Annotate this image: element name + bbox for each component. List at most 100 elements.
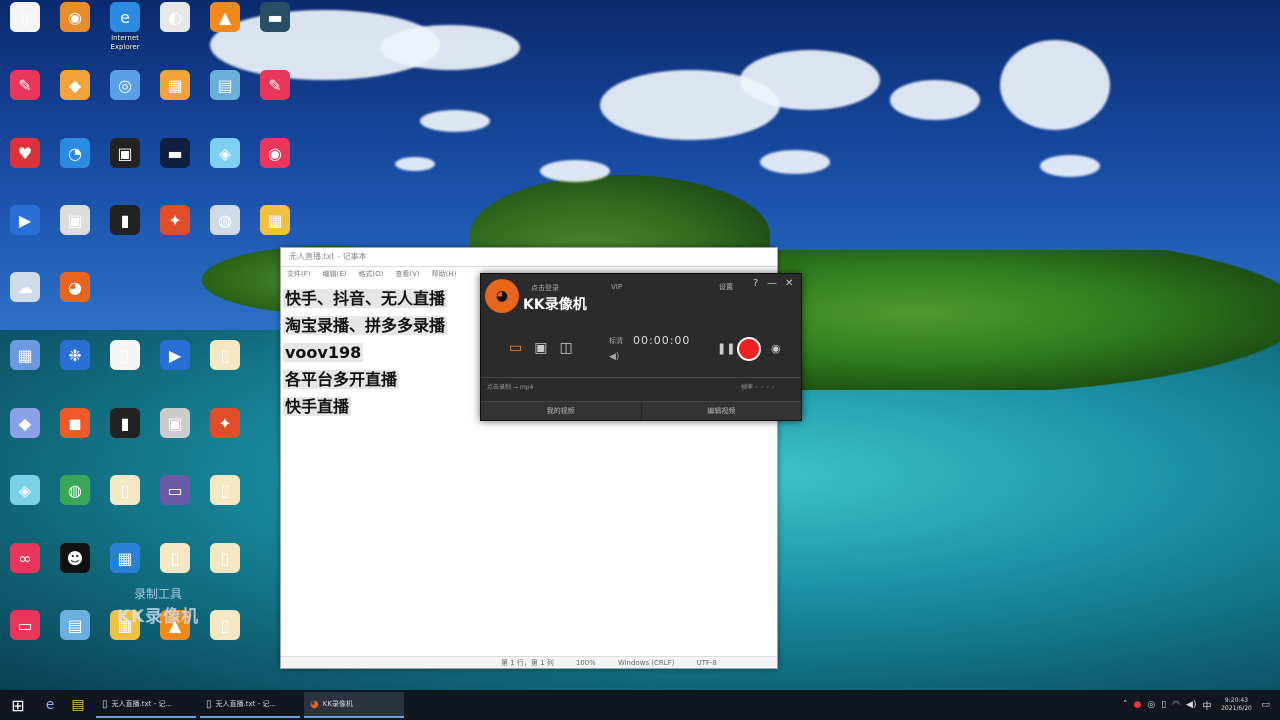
minimize-button[interactable]: — bbox=[767, 278, 777, 289]
desktop-icon[interactable]: ✦ bbox=[150, 205, 200, 269]
network-icon[interactable]: ◠ bbox=[1172, 700, 1180, 710]
desktop-icon-label bbox=[100, 102, 150, 120]
desktop-icon[interactable]: ◍ bbox=[50, 475, 100, 539]
desktop-icon[interactable]: ▶ bbox=[0, 205, 50, 269]
desktop-icon[interactable]: ▲ bbox=[200, 2, 250, 66]
tab-edit-video[interactable]: 编辑视频 bbox=[640, 402, 801, 420]
desktop-icon[interactable]: ▭ bbox=[150, 475, 200, 539]
camera-icon[interactable]: ◉ bbox=[771, 342, 781, 355]
desktop-icon[interactable]: ▭ bbox=[0, 610, 50, 674]
desktop-icon[interactable]: ▯ bbox=[200, 475, 250, 539]
settings-button[interactable]: 设置 bbox=[719, 282, 733, 292]
desktop-icon[interactable]: ❉ bbox=[50, 340, 100, 404]
screen-mode-icon[interactable]: ▣ bbox=[534, 340, 547, 356]
notification-icon[interactable]: ▭ bbox=[1261, 700, 1270, 710]
menu-help[interactable]: 帮助(H) bbox=[432, 267, 457, 281]
tray-app-icon[interactable]: ● bbox=[1134, 700, 1142, 710]
file-explorer-icon[interactable]: ▤ bbox=[64, 697, 92, 713]
close-button[interactable]: ✕ bbox=[785, 278, 793, 289]
desktop-icon[interactable]: ✎ bbox=[0, 70, 50, 134]
desktop-icon[interactable]: ☁ bbox=[0, 272, 50, 336]
window-mode-icon[interactable]: ▭ bbox=[509, 340, 522, 356]
kk-icon: ◕ bbox=[60, 272, 90, 302]
desktop-icon[interactable]: ▬ bbox=[250, 2, 300, 66]
tray-app-icon[interactable]: ◎ bbox=[1147, 700, 1155, 710]
desktop-icon[interactable]: ▯ bbox=[0, 2, 50, 66]
edge-icon: ◔ bbox=[60, 138, 90, 168]
tab-my-videos[interactable]: 我的视频 bbox=[481, 402, 641, 420]
desktop-icon-label bbox=[100, 170, 150, 188]
app-icon: ▦ bbox=[110, 543, 140, 573]
desktop-icon[interactable]: ✦ bbox=[200, 408, 250, 472]
desktop-icon[interactable]: ∞ bbox=[0, 543, 50, 607]
desktop-icon[interactable]: ◉ bbox=[250, 138, 300, 202]
quality-label[interactable]: 标清 bbox=[609, 336, 623, 346]
windows-start-icon[interactable]: ⊞ bbox=[0, 696, 36, 715]
desktop-icon[interactable]: ◍ bbox=[200, 205, 250, 269]
desktop-icon[interactable]: ◐ bbox=[150, 2, 200, 66]
volume-icon[interactable]: ◀) bbox=[1186, 700, 1196, 710]
desktop-icon[interactable]: ▯ bbox=[100, 340, 150, 404]
cloud bbox=[1000, 40, 1110, 130]
clock[interactable]: 9:20:43 2021/6/20 bbox=[1217, 697, 1255, 713]
menu-edit[interactable]: 编辑(E) bbox=[323, 267, 347, 281]
desktop-icon[interactable]: ▬ bbox=[150, 138, 200, 202]
desktop-icon[interactable]: ✎ bbox=[250, 70, 300, 134]
desktop-icon[interactable]: ☻ bbox=[50, 543, 100, 607]
kk-recorder-window[interactable]: ◕ 点击登录 VIP KK录像机 设置 ? — ✕ ▭ ▣ ◫ 标清 ◀) 00… bbox=[480, 273, 802, 421]
taskbar-app-notepad-1[interactable]: ▯ 无人直播.txt - 记... bbox=[96, 692, 196, 718]
record-button[interactable] bbox=[737, 337, 761, 361]
frame-rate[interactable]: 帧率 ◦ ◦ ◦ ◦ bbox=[741, 382, 775, 391]
desktop-icon[interactable]: ▣ bbox=[50, 205, 100, 269]
desktop-icon-label bbox=[0, 34, 50, 52]
volume-icon[interactable]: ◀) bbox=[609, 352, 619, 362]
output-path[interactable]: 点击录制 → mp4 bbox=[487, 382, 533, 391]
desktop-icon[interactable]: ▯ bbox=[200, 340, 250, 404]
game-mode-icon[interactable]: ◫ bbox=[559, 340, 572, 356]
menu-format[interactable]: 格式(O) bbox=[358, 267, 383, 281]
app-icon: ◈ bbox=[210, 138, 240, 168]
desktop-icon[interactable]: ◆ bbox=[0, 408, 50, 472]
app-icon: ✎ bbox=[260, 70, 290, 100]
desktop-icon[interactable]: ▮ bbox=[100, 408, 150, 472]
pause-icon[interactable]: ❚❚ bbox=[717, 342, 735, 355]
desktop-icon[interactable]: ▤ bbox=[50, 610, 100, 674]
desktop-icon[interactable]: ◎ bbox=[100, 70, 150, 134]
desktop-icon[interactable]: ▯ bbox=[100, 475, 150, 539]
desktop-icon[interactable]: ◈ bbox=[200, 138, 250, 202]
vip-badge[interactable]: VIP bbox=[611, 283, 622, 291]
desktop-icon[interactable]: ▦ bbox=[150, 70, 200, 134]
clock-time: 9:20:43 bbox=[1224, 697, 1249, 704]
chevron-up-icon[interactable]: ˄ bbox=[1123, 700, 1128, 710]
desktop-icon[interactable]: ◉ bbox=[50, 2, 100, 66]
desktop-icon[interactable]: ▮ bbox=[100, 205, 150, 269]
desktop-icon-label bbox=[250, 102, 300, 120]
ime-icon[interactable]: 中 bbox=[1202, 699, 1211, 712]
menu-file[interactable]: 文件(F) bbox=[287, 267, 311, 281]
desktop-icon[interactable]: ◈ bbox=[0, 475, 50, 539]
desktop-icon-label: Internet Explorer bbox=[110, 34, 140, 51]
battery-icon[interactable]: ▯ bbox=[1161, 700, 1166, 710]
desktop-icon-label bbox=[100, 237, 150, 255]
app-brand: KK录像机 bbox=[523, 297, 587, 313]
login-link[interactable]: 点击登录 bbox=[531, 283, 559, 293]
taskbar-app-notepad-2[interactable]: ▯ 无人直播.txt - 记... bbox=[200, 692, 300, 718]
desktop-icon[interactable]: e Internet Explorer bbox=[100, 2, 150, 66]
desktop-icon[interactable]: ▣ bbox=[100, 138, 150, 202]
taskbar-app-kk[interactable]: ◕ KK录像机 bbox=[304, 692, 404, 718]
desktop-icon[interactable]: ◆ bbox=[50, 70, 100, 134]
desktop-icon[interactable]: ♥ bbox=[0, 138, 50, 202]
divider bbox=[481, 377, 801, 378]
desktop-icon[interactable]: ▶ bbox=[150, 340, 200, 404]
taskbar-app-label: KK录像机 bbox=[322, 700, 353, 708]
edge-icon[interactable]: e bbox=[36, 697, 64, 713]
desktop-icon[interactable]: ◼ bbox=[50, 408, 100, 472]
desktop-icon[interactable]: ▣ bbox=[150, 408, 200, 472]
desktop-icon[interactable]: ◔ bbox=[50, 138, 100, 202]
desktop-icon[interactable]: ▦ bbox=[0, 340, 50, 404]
desktop-icon[interactable]: ◕ bbox=[50, 272, 100, 336]
desktop-icon[interactable]: ▤ bbox=[200, 70, 250, 134]
desktop-icon-label bbox=[0, 102, 50, 120]
menu-view[interactable]: 查看(V) bbox=[395, 267, 419, 281]
help-button[interactable]: ? bbox=[753, 278, 758, 289]
